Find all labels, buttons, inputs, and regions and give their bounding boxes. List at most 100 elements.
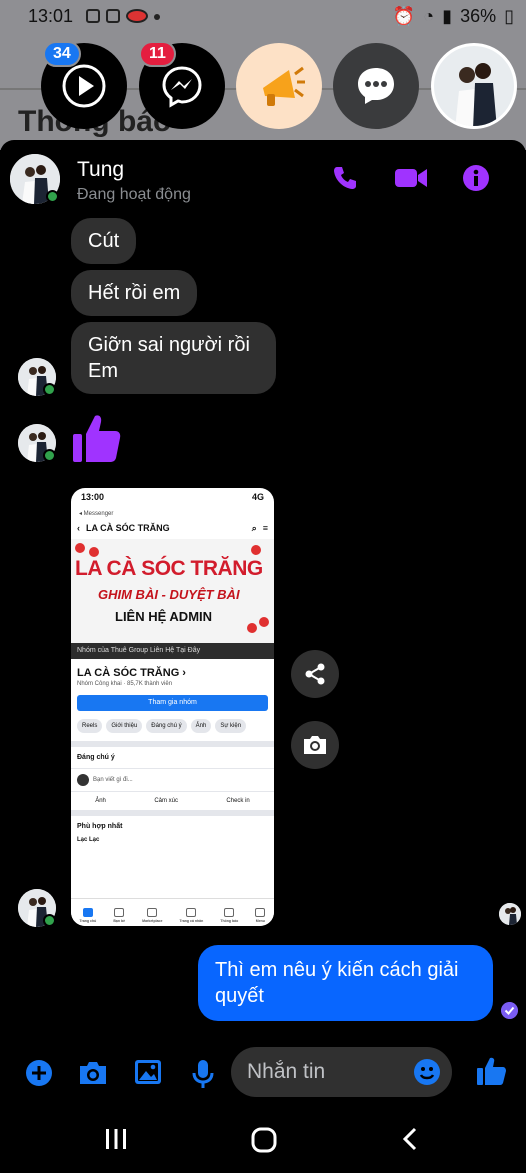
chat-head-megaphone[interactable] [236,43,322,129]
chat-head-tung-avatar[interactable] [431,43,517,129]
status-icons [86,9,160,23]
image-tab: Menu [255,908,266,923]
chat-head-messages[interactable] [333,43,419,129]
image-post-prompt: Bạn viết gì đi... [71,769,274,791]
chat-head-play[interactable]: 34 [41,41,127,129]
chat-panel: Tung Đang hoạt động Cút Hết rồi em Giỡn … [0,140,526,1105]
image-status-bar: 13:00 4G [71,488,274,510]
home-icon[interactable] [251,1127,277,1153]
save-image-button[interactable] [291,721,339,769]
image-chip: Đáng chú ý [146,719,187,733]
image-chip: Reels [77,719,103,733]
outgoing-message[interactable]: Thì em nêu ý kiến cách giải quyết [198,945,493,1021]
message-field[interactable] [231,1047,452,1097]
home-icon [82,908,93,917]
flower-decoration [251,545,261,555]
cover-contact: LIÊN HỆ ADMIN [115,609,213,624]
image-action: Ảnh [95,798,106,804]
image-action: Check in [226,798,250,804]
friends-icon [114,908,125,917]
status-right: ⏰ ◔ ▮ 36% ▯ [393,6,514,27]
share-icon [305,663,325,685]
recent-apps-icon[interactable] [104,1127,128,1151]
emoji-icon[interactable] [413,1058,441,1086]
image-tab: Bạn bè [113,908,125,923]
image-tab-bar: Trang chủ Bạn bè Marketplace Trang cá nh… [71,898,274,926]
incoming-message[interactable]: Giỡn sai người rồi Em [71,322,276,394]
plus-icon[interactable] [25,1059,53,1087]
status-bar: 13:01 ⏰ ◔ ▮ 36% ▯ [0,0,526,32]
status-time: 13:01 [28,6,74,26]
seen-avatar [499,903,521,925]
image-chip: Ảnh [190,719,212,733]
image-actions: Ảnh Cảm xúc Check in [71,791,274,810]
flower-decoration [247,623,257,633]
bag-icon [106,9,120,23]
gallery-icon [86,9,100,23]
avatar-photo-icon [499,903,521,925]
message-input[interactable] [247,1047,407,1097]
incoming-message[interactable]: Hết rồi em [71,270,198,316]
online-indicator [43,449,56,462]
image-featured: Đáng chú ý [71,747,274,769]
image-best-match: Phù hợp nhất [77,823,123,830]
info-icon[interactable] [462,164,490,192]
microphone-icon[interactable] [192,1059,214,1089]
online-indicator [43,914,56,927]
chat-head-messenger[interactable]: 11 [139,41,225,129]
wifi-icon: ◔ [423,6,435,26]
flower-decoration [89,547,99,557]
video-call-icon[interactable] [394,164,428,192]
image-action: Cảm xúc [154,798,178,804]
battery-icon: ▯ [504,6,514,26]
alarm-icon: ⏰ [392,6,416,26]
bell-icon [224,908,235,917]
image-poster: Lạc Lạc [77,837,100,843]
contact-name[interactable]: Tung [77,158,124,182]
camera-icon [304,736,326,754]
menu-icon: ≡ [262,523,268,533]
record-icon [126,9,148,23]
image-time: 13:00 [81,492,105,502]
like-icon[interactable] [475,1055,507,1087]
couple-photo-icon [434,46,514,126]
camera-icon[interactable] [78,1059,108,1087]
chat-header: Tung Đang hoạt động [0,140,526,214]
image-group-meta: Nhóm Công khai · 85,7K thành viên [77,681,173,687]
online-indicator [43,383,56,396]
image-back-label: ◂ Messenger [79,511,114,517]
search-icon: ⌕ [251,522,257,533]
marketplace-icon [147,908,158,917]
image-tab: Trang cá nhân [180,908,203,923]
thumbs-up-icon[interactable] [71,412,121,464]
menu-icon [255,908,266,917]
image-tab: Trang chủ [80,908,96,923]
delivered-check-icon [501,1002,518,1019]
megaphone-icon [263,66,305,106]
contact-status: Đang hoạt động [77,186,191,203]
badge-count: 34 [43,41,81,67]
image-nav: ‹ LA CÀ SÓC TRĂNG ⌕ ≡ [71,517,274,539]
phone-icon[interactable] [331,164,359,192]
image-group-header: LA CÀ SÓC TRĂNG [86,523,170,533]
cover-title: LA CÀ SÓC TRĂNG [75,557,263,580]
messenger-icon [162,66,202,108]
incoming-message[interactable]: Cút [71,218,137,264]
composer [0,1045,526,1105]
cover-subtitle: GHIM BÀI - DUYỆT BÀI [98,587,240,602]
image-band: Nhóm của Thuê Group Liên Hệ Tại Đây [71,643,274,659]
system-nav-bar [0,1105,526,1173]
battery-level: 36% [460,6,497,26]
share-button[interactable] [291,650,339,698]
flower-decoration [259,617,269,627]
image-tab: Thông báo [220,908,238,923]
flower-decoration [75,543,85,553]
image-icon[interactable] [134,1059,162,1085]
shared-image[interactable]: 13:00 4G ◂ Messenger ‹ LA CÀ SÓC TRĂNG ⌕… [71,488,274,926]
image-join-button: Tham gia nhóm [77,695,268,711]
image-tab: Marketplace [142,908,162,923]
chat-bubble-icon [358,68,394,104]
image-group-name: LA CÀ SÓC TRĂNG › [77,667,186,679]
image-cover: LA CÀ SÓC TRĂNG GHIM BÀI - DUYỆT BÀI LIÊ… [71,539,274,643]
back-icon[interactable] [400,1127,420,1151]
